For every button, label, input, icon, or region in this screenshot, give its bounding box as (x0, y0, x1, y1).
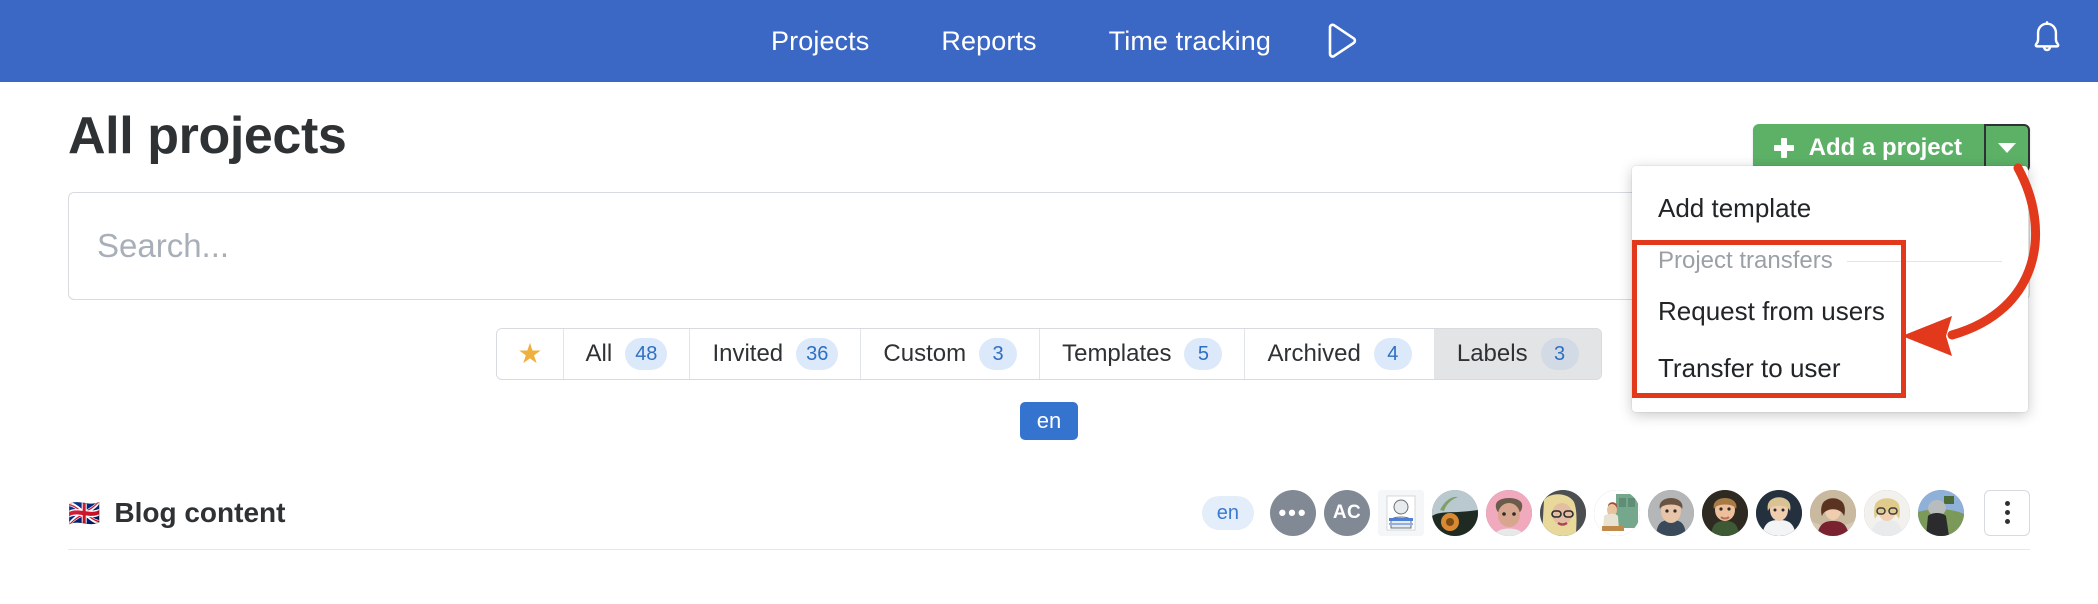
star-icon: ★ (517, 338, 543, 369)
tab-archived[interactable]: Archived 4 (1245, 329, 1435, 379)
top-navbar: Projects Reports Time tracking (0, 0, 2098, 82)
menu-item-request-from-users[interactable]: Request from users (1632, 283, 2028, 340)
add-a-project-button[interactable]: Add a project (1752, 124, 1984, 172)
avatar-overflow[interactable]: ••• (1270, 489, 1316, 536)
avatar[interactable] (1864, 489, 1910, 536)
kebab-menu-icon (2004, 501, 2010, 506)
tab-labels[interactable]: Labels 3 (1434, 329, 1601, 379)
tab-count: 36 (796, 338, 839, 370)
project-row-blog-content[interactable]: 🇬🇧 Blog content en ••• AC (68, 476, 2030, 550)
kebab-menu-icon (2004, 519, 2010, 524)
add-project-dropdown-menu: Add template Project transfers Request f… (1632, 166, 2028, 412)
tab-label: Invited (712, 340, 784, 367)
language-chip-en[interactable]: en (1019, 402, 1079, 440)
avatar[interactable] (1756, 489, 1802, 536)
avatar-initials[interactable]: AC (1324, 489, 1370, 536)
menu-group-project-transfers: Project transfers (1632, 237, 2028, 283)
project-language-badge: en (1201, 495, 1254, 530)
avatar[interactable] (1486, 489, 1532, 536)
tab-all[interactable]: All 48 (563, 329, 691, 379)
nav-links: Projects Reports Time tracking (735, 20, 1363, 62)
avatar[interactable] (1378, 489, 1424, 536)
project-members: en ••• AC (1201, 489, 2030, 536)
add-project-split-button: Add a project (1752, 124, 2030, 172)
avatar[interactable] (1810, 489, 1856, 536)
menu-item-add-template[interactable]: Add template (1632, 180, 2028, 237)
bell-icon (2030, 20, 2064, 63)
nav-link-reports[interactable]: Reports (905, 27, 1072, 55)
tab-count: 3 (979, 338, 1018, 370)
play-icon[interactable] (1321, 20, 1363, 62)
tab-templates[interactable]: Templates 5 (1040, 329, 1246, 379)
tab-label: Templates (1062, 340, 1172, 367)
add-a-project-label: Add a project (1808, 134, 1962, 161)
tab-label: All (585, 340, 613, 367)
filter-tabs: ★ All 48 Invited 36 Custom 3 Templates 5… (496, 328, 1602, 380)
project-name: 🇬🇧 Blog content (68, 497, 285, 529)
tab-label: Custom (883, 340, 967, 367)
plus-icon (1773, 137, 1795, 159)
menu-group-label: Project transfers (1658, 247, 1833, 275)
tab-label: Archived (1267, 340, 1361, 367)
tab-favorites[interactable]: ★ (497, 329, 564, 379)
tab-count: 3 (1540, 338, 1579, 370)
tab-label: Labels (1456, 340, 1528, 367)
avatar-overflow-label: ••• (1278, 499, 1308, 525)
avatar-initials-label: AC (1332, 501, 1362, 523)
notifications-bell-button[interactable] (2024, 18, 2070, 64)
flag-icon-uk: 🇬🇧 (68, 497, 101, 528)
avatar[interactable] (1648, 489, 1694, 536)
avatar[interactable] (1702, 489, 1748, 536)
add-project-dropdown-toggle[interactable] (1984, 124, 2030, 172)
avatar[interactable] (1540, 489, 1586, 536)
kebab-menu-icon (2004, 510, 2010, 515)
menu-group-divider (1846, 260, 2002, 262)
chevron-down-icon (1998, 143, 2016, 153)
nav-link-projects[interactable]: Projects (735, 27, 905, 55)
project-title: Blog content (114, 496, 286, 528)
page-title: All projects (68, 107, 347, 165)
tab-custom[interactable]: Custom 3 (861, 329, 1041, 379)
avatar[interactable] (1918, 489, 1964, 536)
menu-item-transfer-to-user[interactable]: Transfer to user (1632, 340, 2028, 397)
tab-count: 4 (1373, 338, 1412, 370)
avatar[interactable] (1432, 489, 1478, 536)
tab-count: 48 (625, 338, 668, 370)
avatar[interactable] (1594, 489, 1640, 536)
project-kebab-menu-button[interactable] (1984, 489, 2030, 536)
nav-link-time-tracking[interactable]: Time tracking (1073, 27, 1307, 55)
tab-count: 5 (1184, 338, 1223, 370)
tab-invited[interactable]: Invited 36 (690, 329, 862, 379)
